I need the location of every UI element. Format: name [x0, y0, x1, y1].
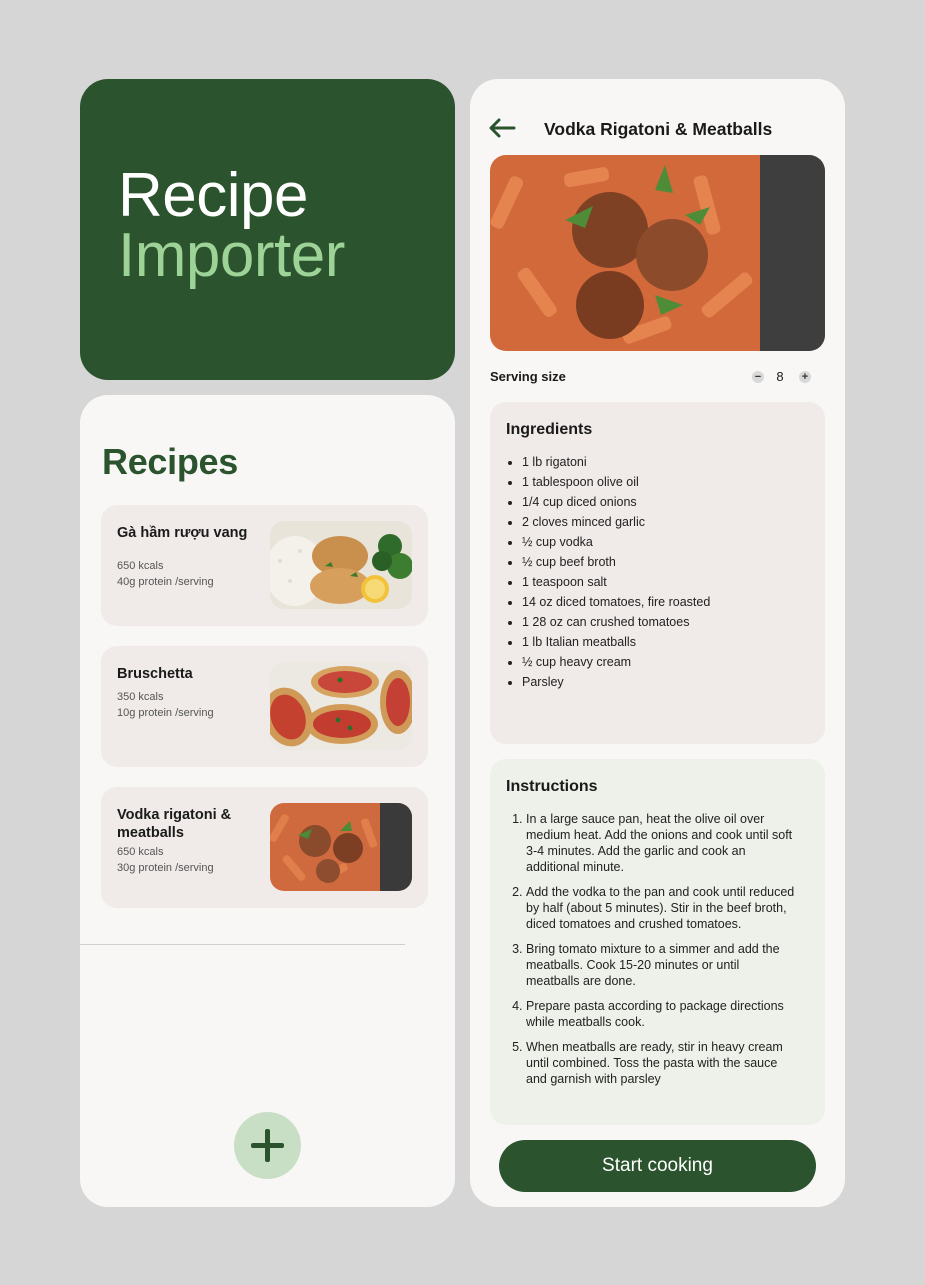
ingredient-item: ½ cup vodka [522, 534, 727, 550]
app-title-line-1: Recipe [118, 161, 309, 230]
app-title-card: Recipe Importer [80, 79, 455, 380]
ingredient-item: 1 lb rigatoni [522, 454, 727, 470]
instructions-panel: Instructions In a large sauce pan, heat … [490, 759, 825, 1125]
recipe-kcals: 650 kcals [117, 846, 164, 858]
recipe-kcals: 650 kcals [117, 560, 164, 572]
ingredients-heading: Ingredients [506, 421, 593, 438]
recipe-title: Vodka Rigatoni & Meatballs [544, 119, 773, 139]
recipe-name: Bruschetta [117, 666, 193, 682]
arrow-left-icon[interactable] [488, 117, 516, 139]
recipe-thumbnail [270, 521, 412, 609]
instruction-step: Add the vodka to the pan and cook until … [526, 884, 796, 932]
instruction-step: When meatballs are ready, stir in heavy … [526, 1039, 796, 1087]
recipes-heading: Recipes [102, 441, 238, 482]
recipe-protein: 30g protein /serving [117, 862, 214, 874]
ingredients-list: 1 lb rigatoni 1 tablespoon olive oil 1/4… [506, 454, 727, 694]
ingredients-panel: Ingredients 1 lb rigatoni 1 tablespoon o… [490, 402, 825, 744]
recipe-card[interactable]: Bruschetta 350 kcals 10g protein /servin… [101, 646, 428, 767]
instructions-heading: Instructions [506, 778, 598, 795]
instructions-list: In a large sauce pan, heat the olive oil… [506, 811, 796, 1096]
recipes-panel: Recipes Gà hầm rượu vang 650 kcals 40g p… [80, 395, 455, 1207]
recipe-hero-image [490, 155, 825, 351]
ingredient-item: 2 cloves minced garlic [522, 514, 727, 530]
serving-size-value: 8 [776, 369, 784, 384]
instruction-step: Prepare pasta according to package direc… [526, 998, 796, 1030]
instruction-step: In a large sauce pan, heat the olive oil… [526, 811, 796, 875]
ingredient-item: 14 oz diced tomatoes, fire roasted [522, 594, 727, 610]
app-title-line-2: Importer [118, 221, 345, 290]
recipe-protein: 10g protein /serving [117, 707, 214, 719]
recipe-thumbnail [270, 662, 412, 750]
ingredient-item: Parsley [522, 674, 727, 690]
recipe-card[interactable]: Vodka rigatoni & meatballs 650 kcals 30g… [101, 787, 428, 908]
recipe-name: Vodka rigatoni & meatballs [117, 807, 232, 841]
ingredient-item: ½ cup beef broth [522, 554, 727, 570]
recipe-name: Gà hầm rượu vang [117, 525, 248, 541]
ingredient-item: 1 28 oz can crushed tomatoes [522, 614, 727, 630]
add-recipe-button[interactable] [234, 1112, 301, 1179]
ingredient-item: 1 tablespoon olive oil [522, 474, 727, 490]
recipe-thumbnail [270, 803, 412, 891]
recipe-detail-panel: Vodka Rigatoni & Meatballs Serving size … [470, 79, 845, 1207]
recipe-protein: 40g protein /serving [117, 576, 214, 588]
ingredient-item: ½ cup heavy cream [522, 654, 727, 670]
ingredient-item: 1/4 cup diced onions [522, 494, 727, 510]
recipe-kcals: 350 kcals [117, 691, 164, 703]
start-cooking-button[interactable]: Start cooking [499, 1140, 816, 1192]
serving-decrement-button[interactable]: − [752, 371, 764, 383]
instruction-step: Bring tomato mixture to a simmer and add… [526, 941, 796, 989]
serving-size-label: Serving size [490, 369, 566, 384]
ingredient-item: 1 lb Italian meatballs [522, 634, 727, 650]
ingredient-item: 1 teaspoon salt [522, 574, 727, 590]
serving-increment-button[interactable]: + [799, 371, 811, 383]
recipe-card[interactable]: Gà hầm rượu vang 650 kcals 40g protein /… [101, 505, 428, 626]
list-divider [80, 944, 405, 945]
